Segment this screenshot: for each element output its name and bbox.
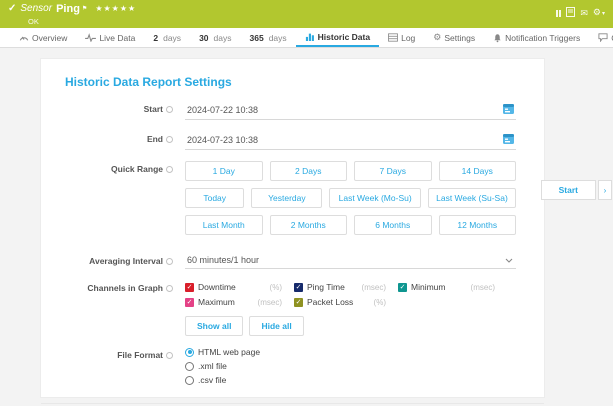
status-check-icon: ✓ <box>8 3 16 15</box>
tab-comments[interactable]: Comments <box>589 28 613 47</box>
end-label: End <box>147 134 163 144</box>
start-action-group: Start › <box>541 180 612 200</box>
pulse-icon <box>85 33 96 42</box>
quick-range-2-days[interactable]: 2 Days <box>270 161 348 181</box>
radio-unselected[interactable] <box>185 376 194 385</box>
start-input[interactable]: 2024-07-22 10:38 <box>185 101 516 120</box>
file-format-html[interactable]: HTML web page <box>185 347 516 357</box>
quick-range-last-month[interactable]: Last Month <box>185 215 263 235</box>
calendar-icon[interactable] <box>503 133 514 146</box>
bar-chart-icon <box>305 32 315 41</box>
radio-unselected[interactable] <box>185 362 194 371</box>
hide-all-button[interactable]: Hide all <box>249 316 303 336</box>
section-divider <box>41 403 544 404</box>
info-icon[interactable] <box>166 136 173 143</box>
tab-notification-triggers[interactable]: Notification Triggers <box>484 28 589 47</box>
quick-range-label: Quick Range <box>111 164 163 174</box>
comment-icon <box>598 33 608 42</box>
tab-log[interactable]: Log <box>379 28 424 47</box>
channel-checkbox[interactable]: ✓ <box>185 283 194 292</box>
info-icon[interactable] <box>166 106 173 113</box>
channels-row: Channels in Graph ✓ Downtime (%) ✓ Ping … <box>65 280 516 336</box>
prtg-window: ✓ Sensor Ping ⚑ ★★★★★ OK ✉ ⚙▾ Overview L… <box>0 0 613 406</box>
pause-icon[interactable] <box>556 10 562 17</box>
table-icon <box>388 33 398 42</box>
channel-unit: (msec) <box>258 298 282 307</box>
tab-historic-data[interactable]: Historic Data <box>296 28 379 47</box>
caret-down-icon: ▾ <box>602 11 605 17</box>
priority-stars[interactable]: ★★★★★ <box>95 3 136 15</box>
end-row: End 2024-07-23 10:38 <box>65 131 516 150</box>
quick-range-6-months[interactable]: 6 Months <box>354 215 432 235</box>
quick-range-12-months[interactable]: 12 Months <box>439 215 517 235</box>
info-icon[interactable] <box>166 352 173 359</box>
quick-range-last-week-su-sa[interactable]: Last Week (Su-Sa) <box>428 188 516 208</box>
sensor-header: ✓ Sensor Ping ⚑ ★★★★★ OK ✉ ⚙▾ <box>0 0 613 28</box>
channel-ping-time: ✓ Ping Time (msec) <box>294 282 386 292</box>
sensor-name: Ping <box>56 3 80 15</box>
settings-menu-icon[interactable]: ⚙▾ <box>593 8 605 19</box>
page-title: Historic Data Report Settings <box>65 75 516 89</box>
channel-unit: (msec) <box>471 283 495 292</box>
averaging-interval-label: Averaging Interval <box>89 256 163 266</box>
channels-label: Channels in Graph <box>87 283 163 293</box>
gauge-icon <box>19 33 29 42</box>
start-row: Start 2024-07-22 10:38 <box>65 101 516 120</box>
tab-30-days[interactable]: 30days <box>190 28 240 47</box>
quick-range-row: Quick Range 1 Day 2 Days 7 Days 14 Days … <box>65 161 516 242</box>
channel-minimum: ✓ Minimum (msec) <box>398 282 495 292</box>
report-icon[interactable] <box>566 4 575 22</box>
start-label: Start <box>144 104 163 114</box>
file-format-xml[interactable]: .xml file <box>185 361 516 371</box>
settings-card: Historic Data Report Settings Start 2024… <box>40 58 545 398</box>
quick-range-2-months[interactable]: 2 Months <box>270 215 348 235</box>
info-icon[interactable] <box>166 166 173 173</box>
bell-icon <box>493 33 502 43</box>
quick-range-last-week-mo-su[interactable]: Last Week (Mo-Su) <box>329 188 421 208</box>
averaging-interval-select[interactable]: 60 minutes/1 hour <box>185 253 516 269</box>
sensor-status-badge: OK <box>28 17 605 26</box>
tab-2-days[interactable]: 2days <box>144 28 190 47</box>
file-format-row: File Format HTML web page .xml file .csv… <box>65 347 516 389</box>
chevron-down-icon <box>505 255 514 265</box>
channel-checkbox[interactable]: ✓ <box>398 283 407 292</box>
tab-bar: Overview Live Data 2days 30days 365days … <box>0 28 613 48</box>
chevron-right-icon[interactable]: › <box>598 180 612 200</box>
info-icon[interactable] <box>166 258 173 265</box>
channel-checkbox[interactable]: ✓ <box>294 298 303 307</box>
info-icon[interactable] <box>166 285 173 292</box>
end-input[interactable]: 2024-07-23 10:38 <box>185 131 516 150</box>
start-report-button[interactable]: Start <box>541 180 596 200</box>
channel-unit: (%) <box>270 283 282 292</box>
radio-selected[interactable] <box>185 348 194 357</box>
channel-packet-loss: ✓ Packet Loss (%) <box>294 297 386 307</box>
channel-checkbox[interactable]: ✓ <box>185 298 194 307</box>
gear-icon: ⚙ <box>433 33 441 42</box>
tab-overview[interactable]: Overview <box>10 28 76 47</box>
main-content: Historic Data Report Settings Start 2024… <box>0 48 613 406</box>
tab-live-data[interactable]: Live Data <box>76 28 144 47</box>
email-icon[interactable]: ✉ <box>580 9 588 18</box>
quick-range-1-day[interactable]: 1 Day <box>185 161 263 181</box>
calendar-icon[interactable] <box>503 103 514 116</box>
channel-unit: (%) <box>374 298 386 307</box>
file-format-csv[interactable]: .csv file <box>185 375 516 385</box>
tab-settings[interactable]: ⚙ Settings <box>424 28 484 47</box>
channel-checkbox[interactable]: ✓ <box>294 283 303 292</box>
file-format-label: File Format <box>117 350 163 360</box>
priority-flag-icon: ⚑ <box>82 3 87 15</box>
quick-range-yesterday[interactable]: Yesterday <box>251 188 322 208</box>
quick-range-7-days[interactable]: 7 Days <box>354 161 432 181</box>
channel-downtime: ✓ Downtime (%) <box>185 282 282 292</box>
quick-range-today[interactable]: Today <box>185 188 244 208</box>
tab-365-days[interactable]: 365days <box>241 28 296 47</box>
quick-range-14-days[interactable]: 14 Days <box>439 161 517 181</box>
sensor-kind-label: Sensor <box>20 3 52 15</box>
channel-unit: (msec) <box>362 283 386 292</box>
show-all-button[interactable]: Show all <box>185 316 243 336</box>
channel-maximum: ✓ Maximum (msec) <box>185 297 282 307</box>
averaging-interval-row: Averaging Interval 60 minutes/1 hour <box>65 253 516 269</box>
